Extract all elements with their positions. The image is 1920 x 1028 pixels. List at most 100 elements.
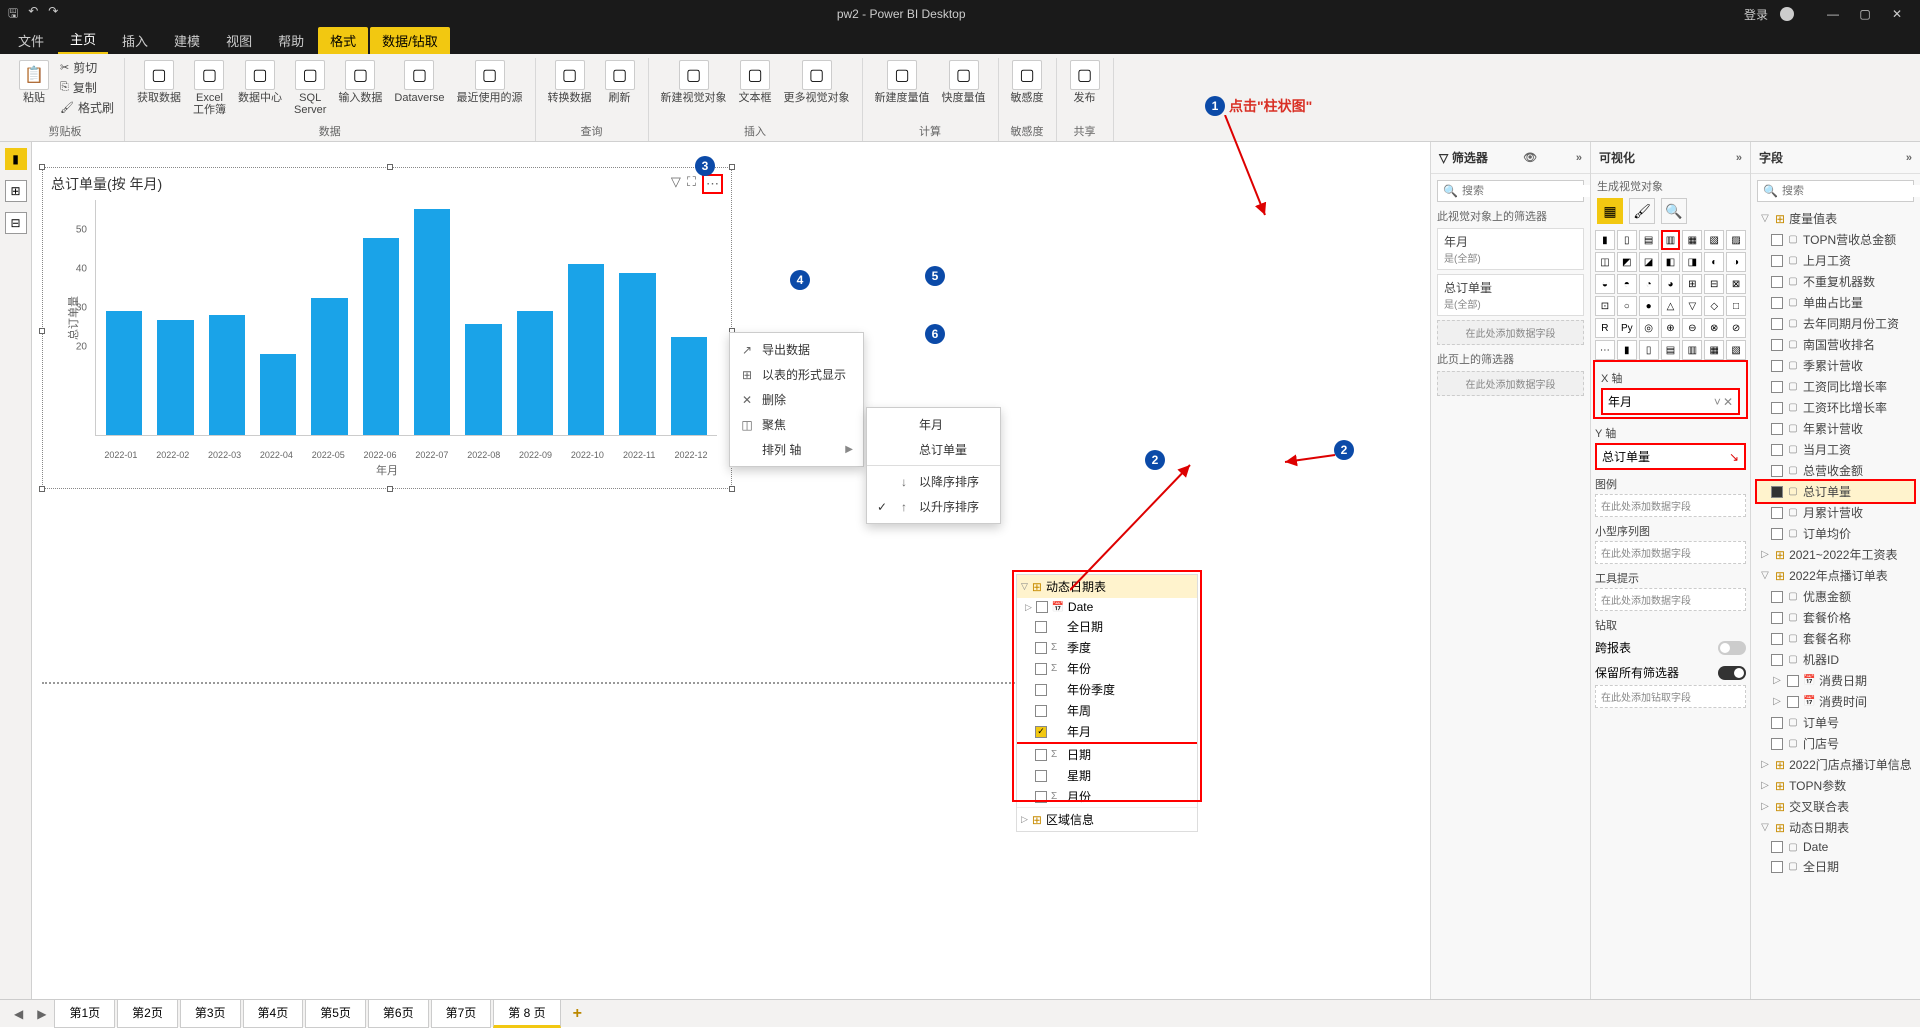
visual-type-icon[interactable]: ◕ (1661, 274, 1681, 294)
visual-type-icon[interactable]: Py (1617, 318, 1637, 338)
field-row[interactable]: ▢工资环比增长率 (1757, 397, 1914, 418)
report-canvas[interactable]: 总订单量(按 年月) ▽ ⛶ ⋯ 总订单量 20304050 2022-0120… (32, 142, 1430, 999)
smallmult-well[interactable]: 在此处添加数据字段 (1595, 541, 1746, 564)
collapse-icon[interactable]: » (1576, 152, 1582, 164)
bar[interactable] (465, 324, 501, 435)
visual-type-icon[interactable]: ▮ (1595, 230, 1615, 250)
tab-model[interactable]: 建模 (162, 27, 212, 54)
visual-type-icon[interactable]: ⊘ (1726, 318, 1746, 338)
table-row[interactable]: ▽⊞动态日期表 (1757, 817, 1914, 838)
x-axis-well[interactable]: 年月˅✕ (1601, 388, 1740, 415)
maximize-button[interactable]: ▢ (1850, 7, 1880, 21)
visual-type-icon[interactable]: ⊠ (1726, 274, 1746, 294)
sheet-tab[interactable]: 第3页 (180, 999, 241, 1028)
prev-sheet-button[interactable]: ◀ (8, 1005, 29, 1023)
tooltip-well[interactable]: 在此处添加数据字段 (1595, 588, 1746, 611)
field-row[interactable]: ▷📅消费时间 (1757, 691, 1914, 712)
menu-item[interactable]: 年月 (867, 412, 1000, 437)
ribbon-button[interactable]: ▢快度量值 (938, 58, 990, 106)
report-view-icon[interactable]: ▮ (5, 148, 27, 170)
visual-type-icon[interactable]: ▥ (1682, 340, 1702, 360)
model-view-icon[interactable]: ⊟ (5, 212, 27, 234)
focus-icon[interactable]: ⛶ (687, 174, 696, 194)
bar[interactable] (260, 354, 296, 435)
table-row[interactable]: ▽⊞度量值表 (1757, 208, 1914, 229)
copy-button[interactable]: ⎘ 复制 (58, 78, 116, 97)
bar[interactable] (157, 320, 193, 435)
filter-search[interactable]: 🔍 (1437, 180, 1584, 202)
visual-type-icon[interactable]: ▽ (1682, 296, 1702, 316)
more-icon[interactable]: ⋯ (702, 174, 723, 194)
field-row[interactable]: ▢月累计营收 (1757, 502, 1914, 523)
field-row[interactable]: ▢优惠金额 (1757, 586, 1914, 607)
field-row[interactable]: ▢季累计营收 (1757, 355, 1914, 376)
bar[interactable] (517, 311, 553, 435)
menu-item[interactable]: 总订单量 (867, 437, 1000, 462)
visual-type-icon[interactable]: ◪ (1639, 252, 1659, 272)
field-row[interactable]: ▢订单均价 (1757, 523, 1914, 544)
visual-type-icon[interactable]: ▦ (1682, 230, 1702, 250)
collapse-icon[interactable]: » (1906, 152, 1912, 164)
cross-report-toggle[interactable] (1718, 641, 1746, 655)
ribbon-button[interactable]: ▢SQLServer (290, 58, 330, 118)
bar[interactable] (619, 273, 655, 435)
ribbon-button[interactable]: ▢输入数据 (334, 58, 386, 106)
visual-type-icon[interactable]: ▥ (1661, 230, 1681, 250)
ribbon-button[interactable]: ▢更多视觉对象 (780, 58, 854, 106)
field-row[interactable]: ▢门店号 (1757, 733, 1914, 754)
add-sheet-button[interactable]: + (563, 1003, 592, 1025)
sheet-tab[interactable]: 第1页 (54, 999, 115, 1028)
field-row[interactable]: ▢TOPN营收总金额 (1757, 229, 1914, 250)
minimize-button[interactable]: — (1818, 7, 1848, 21)
ribbon-button[interactable]: ▢发布 (1065, 58, 1105, 106)
fields-search[interactable]: 🔍 (1757, 180, 1914, 202)
filter-dropzone[interactable]: 在此处添加数据字段 (1437, 371, 1584, 396)
visual-type-icon[interactable]: ▯ (1617, 230, 1637, 250)
visual-type-icon[interactable]: ◔ (1639, 274, 1659, 294)
visual-type-icon[interactable]: ⊖ (1682, 318, 1702, 338)
field-row[interactable]: ▢工资同比增长率 (1757, 376, 1914, 397)
field-row[interactable]: ▢套餐名称 (1757, 628, 1914, 649)
visual-type-icon[interactable]: ● (1639, 296, 1659, 316)
ribbon-button[interactable]: ▢获取数据 (133, 58, 185, 106)
visual-type-icon[interactable]: R (1595, 318, 1615, 338)
field-row[interactable]: Σ年份 (1017, 658, 1197, 679)
sheet-tab[interactable]: 第4页 (243, 999, 304, 1028)
ribbon-button[interactable]: ▢Dataverse (390, 58, 448, 106)
ribbon-button[interactable]: ▢最近使用的源 (453, 58, 527, 106)
field-row[interactable]: ▢年累计营收 (1757, 418, 1914, 439)
filter-dropzone[interactable]: 在此处添加数据字段 (1437, 320, 1584, 345)
field-row[interactable]: ▢单曲占比量 (1757, 292, 1914, 313)
visual-type-icon[interactable]: ▧ (1726, 340, 1746, 360)
ribbon-button[interactable]: ▢文本框 (735, 58, 776, 106)
close-button[interactable]: ✕ (1882, 7, 1912, 21)
sheet-tab[interactable]: 第7页 (431, 999, 492, 1028)
drill-well[interactable]: 在此处添加钻取字段 (1595, 685, 1746, 708)
tab-insert[interactable]: 插入 (110, 27, 160, 54)
analytics-mode-icon[interactable]: 🔍 (1661, 198, 1687, 224)
format-mode-icon[interactable]: 🖌 (1629, 198, 1655, 224)
field-row[interactable]: Σ季度 (1017, 637, 1197, 658)
menu-item[interactable]: ⊞以表的形式显示 (730, 362, 863, 387)
visual-type-icon[interactable]: △ (1661, 296, 1681, 316)
field-row[interactable]: 年周 (1017, 700, 1197, 721)
filter-icon[interactable]: ▽ (671, 174, 681, 194)
keep-filters-toggle[interactable] (1718, 666, 1746, 680)
collapse-icon[interactable]: » (1736, 152, 1742, 164)
visual-type-icon[interactable]: ⊕ (1661, 318, 1681, 338)
bar[interactable] (106, 311, 142, 435)
cut-button[interactable]: ✂ 剪切 (58, 58, 116, 77)
bar[interactable] (209, 315, 245, 435)
field-row[interactable]: ▢去年同期月份工资 (1757, 313, 1914, 334)
visual-type-icon[interactable]: ▮ (1617, 340, 1637, 360)
field-row[interactable]: ▷📅消费日期 (1757, 670, 1914, 691)
visual-type-icon[interactable]: ◑ (1726, 252, 1746, 272)
table-row[interactable]: ▽⊞2022年点播订单表 (1757, 565, 1914, 586)
menu-item[interactable]: ◫聚焦 (730, 412, 863, 437)
visual-type-icon[interactable]: ○ (1617, 296, 1637, 316)
sheet-tab[interactable]: 第 8 页 (493, 999, 560, 1028)
visual-type-icon[interactable]: ⊡ (1595, 296, 1615, 316)
field-row[interactable]: ▢机器ID (1757, 649, 1914, 670)
field-row[interactable]: ▢总订单量 (1757, 481, 1914, 502)
data-view-icon[interactable]: ⊞ (5, 180, 27, 202)
